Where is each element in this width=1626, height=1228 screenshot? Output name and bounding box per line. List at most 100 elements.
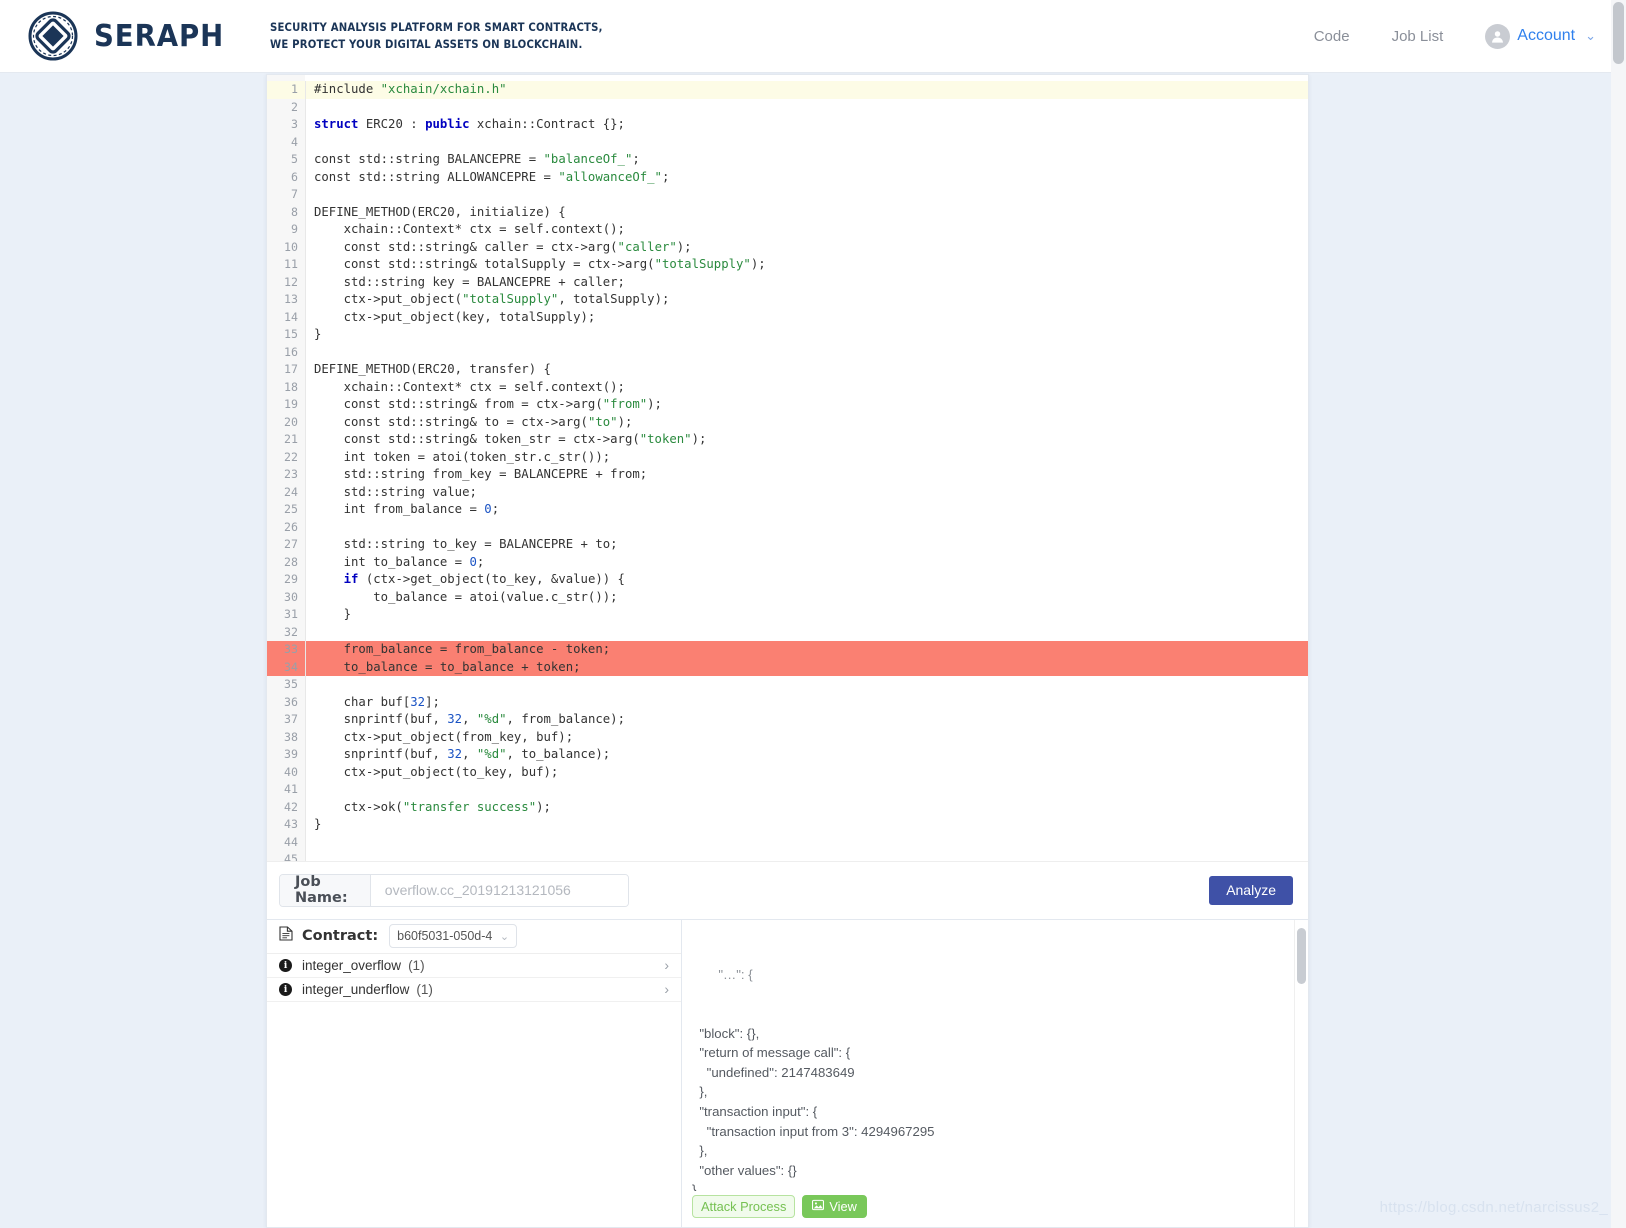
code-line-text: const std::string& from = ctx->arg("from… (314, 397, 662, 411)
job-name-input[interactable] (370, 874, 628, 906)
code-line[interactable]: 15} (267, 326, 1308, 344)
code-line[interactable]: 22 int token = atoi(token_str.c_str()); (267, 448, 1308, 466)
chevron-down-icon: ⌄ (499, 930, 510, 943)
chevron-down-icon: ⌄ (1585, 28, 1596, 43)
code-line[interactable]: 40 ctx->put_object(to_key, buf); (267, 763, 1308, 781)
code-line-text: std::string value; (314, 484, 477, 499)
code-line[interactable]: 26 (267, 518, 1308, 536)
line-number: 10 (284, 239, 298, 254)
code-line-text: std::string from_key = BALANCEPRE + from… (314, 467, 648, 481)
code-line[interactable]: 31 } (267, 606, 1308, 624)
code-line[interactable]: 21 const std::string& token_str = ctx->a… (267, 431, 1308, 449)
code-line[interactable]: 20 const std::string& to = ctx->arg("to"… (267, 413, 1308, 431)
contract-select[interactable]: b60f5031-050d-4 ⌄ (389, 924, 518, 949)
code-line[interactable]: 39 snprintf(buf, 32, "%d", to_balance); (267, 746, 1308, 764)
code-line-text: ctx->put_object(to_key, buf); (314, 764, 559, 779)
vulnerability-item[interactable]: i integer_overflow (1) › (267, 954, 681, 978)
detail-scrollbar-thumb[interactable] (1297, 927, 1306, 984)
code-line[interactable]: 34 to_balance = to_balance + token; (267, 658, 1308, 676)
line-number: 26 (284, 519, 298, 534)
nav-item-code[interactable]: Code (1314, 28, 1350, 45)
analyze-button[interactable]: Analyze (1209, 875, 1293, 905)
code-line[interactable]: 45 (267, 851, 1308, 861)
code-line[interactable]: 37 snprintf(buf, 32, "%d", from_balance)… (267, 711, 1308, 729)
attack-process-button[interactable]: Attack Process (692, 1195, 796, 1218)
code-line[interactable]: 11 const std::string& totalSupply = ctx-… (267, 256, 1308, 274)
line-number: 36 (284, 694, 298, 709)
code-line[interactable]: 18 xchain::Context* ctx = self.context()… (267, 378, 1308, 396)
code-line[interactable]: 8 DEFINE_METHOD(ERC20, initialize) { (267, 203, 1308, 221)
code-line[interactable]: 6 const std::string ALLOWANCEPRE = "allow… (267, 168, 1308, 186)
vulnerability-item[interactable]: i integer_underflow (1) › (267, 978, 681, 1002)
account-menu[interactable]: Account ⌄ (1485, 23, 1596, 49)
code-line[interactable]: 16 (267, 343, 1308, 361)
code-line[interactable]: 9 xchain::Context* ctx = self.context(); (267, 221, 1308, 239)
info-icon: i (279, 982, 292, 996)
code-line[interactable]: 7 (267, 186, 1308, 204)
code-line[interactable]: 1 #include "xchain/xchain.h" (267, 81, 1308, 99)
code-line[interactable]: 42 ctx->ok("transfer success"); (267, 798, 1308, 816)
code-line[interactable]: 27 std::string to_key = BALANCEPRE + to; (267, 536, 1308, 554)
line-number: 44 (284, 834, 298, 849)
watermark: https://blog.csdn.net/narcissus2_ (1379, 1199, 1608, 1216)
code-line-text: from_balance = from_balance - token; (314, 642, 611, 656)
line-number: 40 (284, 764, 298, 779)
code-line[interactable]: 13 ctx->put_object("totalSupply", totalS… (267, 291, 1308, 309)
vulnerability-count: (1) (408, 957, 425, 973)
line-number: 19 (284, 397, 298, 411)
code-line[interactable]: 23 std::string from_key = BALANCEPRE + f… (267, 466, 1308, 484)
code-line[interactable]: 3 struct ERC20 : public xchain::Contract … (267, 116, 1308, 134)
detail-scrollbar[interactable] (1294, 919, 1308, 1227)
code-line-text: xchain::Context* ctx = self.context(); (314, 379, 625, 394)
code-line[interactable]: 5 const std::string BALANCEPRE = "balance… (267, 151, 1308, 169)
code-line-text: std::string to_key = BALANCEPRE + to; (314, 537, 618, 551)
code-line[interactable]: 10 const std::string& caller = ctx->arg(… (267, 238, 1308, 256)
line-number: 17 (284, 362, 298, 376)
line-number: 2 (291, 99, 298, 114)
view-button[interactable]: View (802, 1195, 867, 1218)
chevron-right-icon[interactable]: › (664, 957, 669, 973)
code-line[interactable]: 32 (267, 623, 1308, 641)
code-line[interactable]: 19 const std::string& from = ctx->arg("f… (267, 396, 1308, 414)
code-line[interactable]: 2 (267, 98, 1308, 117)
brand-name: SERAPH (94, 18, 225, 54)
job-name-field[interactable]: Job Name: (279, 873, 629, 907)
vulnerability-items[interactable]: i integer_overflow (1) › i integer_underflow (… (267, 954, 681, 1002)
chevron-right-icon[interactable]: › (664, 981, 669, 997)
code-line[interactable]: 33 from_balance = from_balance - token; (267, 641, 1308, 659)
line-number: 30 (284, 589, 298, 604)
tagline-line-1: SECURITY ANALYSIS PLATFORM FOR SMART CON… (269, 20, 603, 35)
vulnerability-name: integer_underflow (302, 981, 410, 997)
page-scrollbar-thumb[interactable] (1613, 2, 1624, 64)
code-line[interactable]: 43} (267, 816, 1308, 834)
code-line-text: const std::string& to = ctx->arg("to"); (314, 414, 633, 429)
page-scrollbar[interactable] (1611, 0, 1626, 1228)
code-line[interactable]: 35 (267, 676, 1308, 694)
code-line[interactable]: 17 DEFINE_METHOD(ERC20, transfer) { (267, 361, 1308, 379)
code-line-text: snprintf(buf, 32, "%d", from_balance); (314, 712, 625, 726)
line-number: 20 (284, 414, 298, 429)
code-line[interactable]: 14 ctx->put_object(key, totalSupply); (267, 308, 1308, 326)
json-body: "block": {}, "return of message call": {… (692, 1025, 935, 1191)
code-line[interactable]: 29 if (ctx->get_object(to_key, &value)) … (267, 571, 1308, 589)
code-line[interactable]: 12 std::string key = BALANCEPRE + caller… (267, 273, 1308, 291)
code-editor[interactable]: 1 #include "xchain/xchain.h" 2 3 struct ERC2… (267, 75, 1308, 861)
code-line[interactable]: 4 (267, 133, 1308, 152)
code-lines[interactable]: 1 #include "xchain/xchain.h" 2 3 struct ERC2… (267, 81, 1308, 861)
code-line[interactable]: 25 int from_balance = 0; (267, 501, 1308, 519)
code-line[interactable]: 41 (267, 781, 1308, 799)
code-line[interactable]: 28 int to_balance = 0; (267, 553, 1308, 571)
code-line[interactable]: 44 (267, 833, 1308, 851)
nav-item-job-list[interactable]: Job List (1392, 28, 1444, 45)
code-line-text: ctx->put_object(key, totalSupply); (314, 309, 596, 324)
code-line[interactable]: 36 char buf[32]; (267, 693, 1308, 711)
line-number: 42 (284, 799, 298, 814)
code-line[interactable]: 24 std::string value; (267, 483, 1308, 501)
code-line[interactable]: 30 to_balance = atoi(value.c_str()); (267, 588, 1308, 606)
code-line[interactable]: 38 ctx->put_object(from_key, buf); (267, 728, 1308, 746)
code-line-text: } (314, 607, 352, 621)
